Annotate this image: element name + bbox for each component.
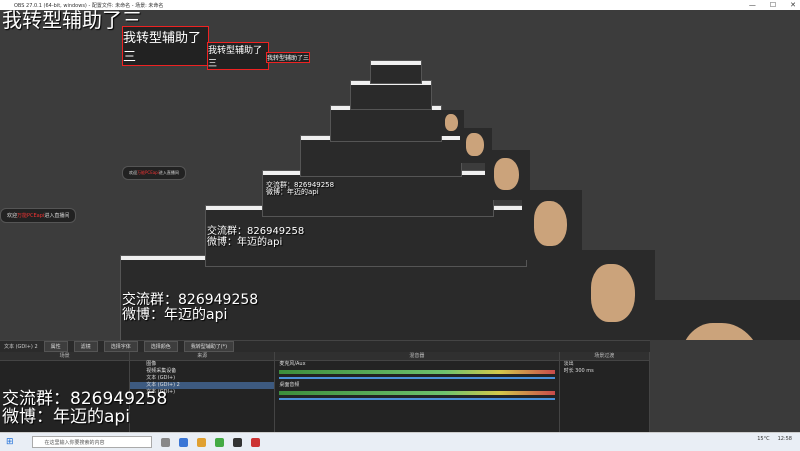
overlay-title-text-small: 我转型辅助了三 (207, 42, 269, 70)
wallpaper-logo-image (460, 128, 492, 163)
duration-field[interactable]: 时长 300 ms (560, 368, 649, 375)
app-icon[interactable] (250, 437, 260, 447)
volume-meter (279, 370, 555, 374)
weibo-text: 微博：年迈的api (266, 188, 319, 197)
duration-label: 时长 (563, 368, 574, 374)
weather-temp: 15°C (757, 436, 770, 442)
welcome-name: 万能PCEapi (137, 170, 159, 175)
scenes-title: 场景 (0, 352, 130, 361)
mixer-track-name: 麦克风/Aux (279, 361, 306, 367)
nested-preview-frame (370, 60, 422, 84)
nested-preview-frame (330, 105, 442, 142)
volume-meter (279, 391, 555, 395)
sources-title: 来源 (130, 352, 275, 361)
welcome-message: 欢迎万能PCEapi进入直播间 (0, 208, 77, 223)
window-titlebar: OBS 27.0.1 (64-bit, windows) - 配置文件: 未命名… (0, 0, 800, 10)
weibo-text: 微博：年迈的api (207, 236, 283, 248)
contact-text: 交流群：826949258 微博：年迈的api (266, 181, 334, 197)
close-button[interactable]: ✕ (790, 0, 796, 10)
file-explorer-icon[interactable] (196, 437, 206, 447)
chrome-icon[interactable] (214, 437, 224, 447)
source-item[interactable]: 图像 (130, 361, 274, 368)
transitions-panel: 场景过渡 淡出 时长 300 ms (559, 352, 651, 432)
volume-slider[interactable] (279, 377, 555, 379)
wallpaper-logo-image (575, 250, 655, 340)
qq-group-text: 交流群：826949258 (122, 292, 259, 308)
windows-taskbar: ⊞ 在这里输入你要搜索的内容 15°C 12:58 (0, 432, 800, 451)
overlay-title-text: 我转型辅助了三 (2, 10, 142, 32)
preview-canvas[interactable]: 我转型辅助了三 我转型辅助了三 我转型辅助了三 我转型辅助了三 欢迎万能PCEa… (0, 10, 800, 340)
duration-value: 300 ms (575, 368, 594, 374)
selected-source-label: 文本 (GDI+) 2 (4, 344, 38, 350)
overlay-title-text-small: 我转型辅助了三 (122, 26, 209, 66)
weibo-text: 微博：年迈的api (122, 306, 228, 323)
task-view-icon[interactable] (160, 437, 170, 447)
source-item[interactable]: 视频采集设备 (130, 368, 274, 375)
mixer-title: 混音器 (275, 352, 559, 361)
source-item[interactable]: 文本 (GDI+) 2 (130, 382, 275, 389)
contact-text: 交流群：826949258 微博：年迈的api (122, 293, 258, 322)
welcome-prefix: 欢迎 (129, 170, 137, 175)
qq-group-text: 交流群：826949258 (207, 226, 305, 237)
contact-text: 交流群：826949258 微博：年迈的api (207, 226, 305, 248)
transition-mode-select[interactable]: 淡出 (560, 361, 649, 368)
volume-slider[interactable] (279, 398, 555, 400)
source-item[interactable]: 文本 (GDI+) (130, 375, 274, 382)
transitions-title: 场景过渡 (559, 352, 650, 361)
wallpaper-logo-image (522, 190, 582, 260)
taskbar-search-input[interactable]: 在这里输入你要搜索的内容 (31, 436, 152, 448)
welcome-prefix: 欢迎 (7, 213, 18, 219)
system-tray: 15°C 12:58 (757, 436, 792, 442)
search-placeholder: 在这里输入你要搜索的内容 (44, 439, 105, 446)
select-color-button[interactable]: 选择颜色 (143, 341, 178, 352)
weibo-text: 微博：年迈的api (2, 406, 130, 427)
filters-button[interactable]: 滤镜 (73, 341, 98, 352)
maximize-button[interactable]: ☐ (770, 0, 776, 10)
window-title: OBS 27.0.1 (64-bit, windows) - 配置文件: 未命名… (14, 2, 164, 9)
obs-icon[interactable] (232, 437, 242, 447)
select-font-button[interactable]: 选择字体 (103, 341, 138, 352)
clock-time: 12:58 (777, 436, 792, 442)
welcome-name: 万能PCEapi (17, 213, 45, 219)
properties-button[interactable]: 属性 (43, 341, 68, 352)
edge-icon[interactable] (178, 437, 188, 447)
overlay-title-text-small: 我转型辅助了三 (266, 52, 310, 63)
welcome-message: 欢迎万能PCEapi进入直播间 (122, 166, 186, 180)
nested-preview-frame (350, 80, 432, 110)
mixer-track-name: 桌面音频 (279, 382, 300, 388)
windows-start-icon[interactable]: ⊞ (6, 437, 14, 447)
minimize-button[interactable]: — (749, 0, 756, 10)
wallpaper-logo-image (650, 300, 800, 340)
welcome-suffix: 进入直播间 (158, 170, 179, 175)
audio-mixer-panel: 混音器 麦克风/Aux 桌面音频 (275, 352, 560, 432)
wallpaper-logo-image (440, 110, 464, 136)
welcome-suffix: 进入直播间 (44, 213, 70, 219)
source-toolbar: 文本 (GDI+) 2 属性 滤镜 选择字体 选择颜色 我转型辅助了(*) (0, 340, 650, 352)
text-value-field[interactable]: 我转型辅助了(*) (183, 341, 235, 352)
contact-text: 交流群：826949258 微博：年迈的api (2, 390, 167, 427)
